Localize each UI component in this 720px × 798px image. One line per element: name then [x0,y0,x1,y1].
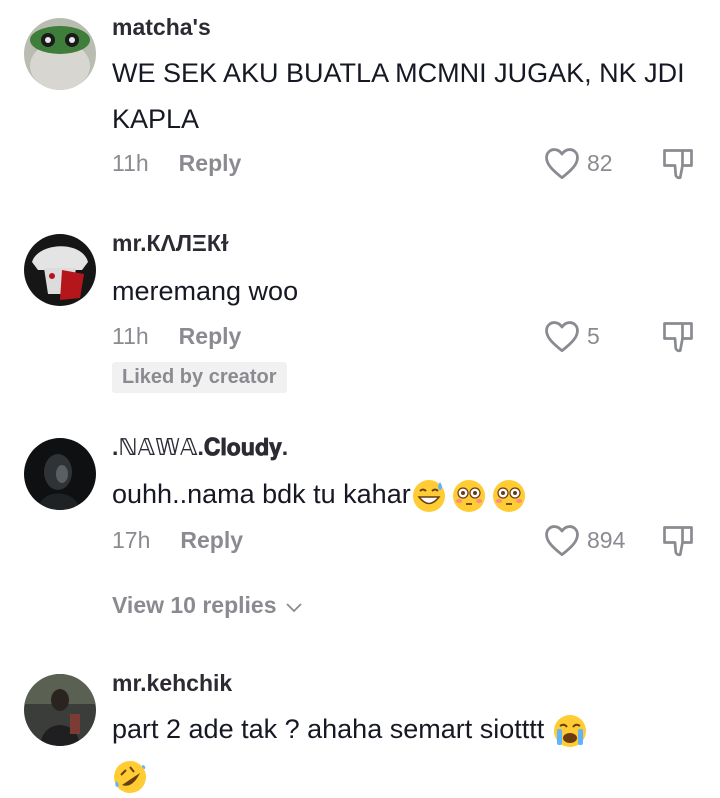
avatar-image [24,438,96,510]
comment-meta: 11h Reply [112,323,241,350]
comment-time: 17h [112,527,151,553]
comment-text: part 2 ade tak ? ahaha semart siotttt [112,706,672,798]
view-replies-label: View 10 replies [112,592,277,618]
reply-button[interactable]: Reply [179,323,242,349]
reply-button[interactable]: Reply [179,150,242,176]
flushed-emoji [492,479,525,512]
heart-icon [545,148,579,180]
comment-username[interactable]: .ℕ𝔸𝕎𝔸.𝐂𝐥𝐨𝐮𝐝𝐲. [112,434,288,461]
comment-text-body: part 2 ade tak ? ahaha semart siotttt [112,714,545,744]
dislike-icon[interactable] [660,523,696,559]
dislike-icon[interactable] [660,319,696,355]
like-count: 82 [587,149,613,176]
like-button[interactable]: 82 [543,146,613,180]
avatar-image [24,18,96,90]
chevron-down-icon [286,603,302,613]
view-replies-button[interactable]: View 10 replies [112,592,303,619]
like-count: 894 [587,526,626,553]
like-count: 5 [587,322,600,349]
liked-by-creator-badge: Liked by creator [112,362,287,393]
avatar[interactable] [24,18,96,90]
avatar-image [24,674,96,746]
avatar[interactable] [24,234,96,306]
comment-time: 11h [112,323,149,349]
comment-text: WE SEK AKU BUATLA MCMNI JUGAK, NK JDI KA… [112,58,685,134]
comment-text-body: ouhh..nama bdk tu kahar [112,479,411,509]
rolling-laugh-emoji [114,760,146,793]
like-button[interactable]: 5 [543,319,600,353]
avatar[interactable] [24,674,96,746]
heart-icon [545,321,579,353]
comment-time: 11h [112,150,149,176]
avatar-image [24,234,96,306]
dislike-icon[interactable] [660,146,696,182]
comment-meta: 11h Reply [112,150,241,177]
comment-username[interactable]: mr.КΛЛΞКɫ [112,230,229,257]
like-button[interactable]: 894 [543,523,625,557]
crying-emoji [553,714,586,747]
comment-text: meremang woo [112,276,299,306]
comment-username[interactable]: matcha's [112,14,211,41]
grinning-sweat-emoji [412,479,445,512]
comment-text: ouhh..nama bdk tu kahar [112,471,702,517]
comment-meta: 17h Reply [112,527,243,554]
comment-username[interactable]: mr.kehchik [112,670,232,697]
reply-button[interactable]: Reply [180,527,243,553]
avatar[interactable] [24,438,96,510]
heart-icon [545,525,579,557]
flushed-emoji [452,479,485,512]
